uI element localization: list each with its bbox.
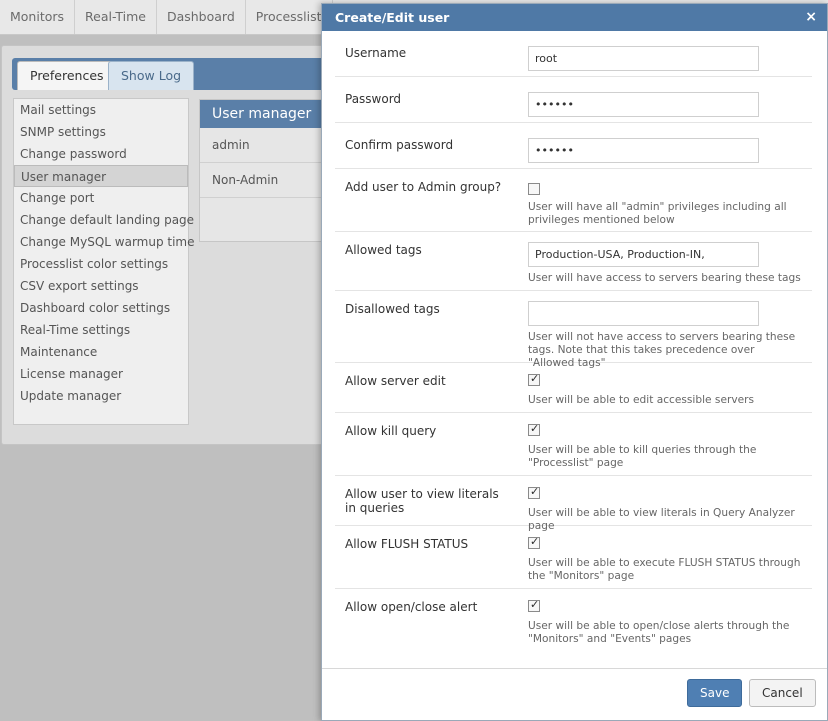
user-manager-box: User manager admin Non-Admin [199, 99, 333, 242]
server-edit-row: Allow server edit User will be able to e… [335, 363, 812, 413]
allowed-tags-field[interactable] [528, 242, 759, 267]
create-edit-user-dialog: Create/Edit user × Username Password Con… [321, 3, 828, 721]
settings-panel: Preferences Show Log Mail settings SNMP … [1, 45, 333, 445]
user-manager-title: User manager [200, 100, 332, 128]
admin-group-row: Add user to Admin group? User will have … [335, 169, 812, 232]
server-edit-label: Allow server edit [345, 374, 446, 388]
user-row-non-admin[interactable]: Non-Admin [200, 163, 332, 198]
kill-query-label: Allow kill query [345, 424, 437, 438]
confirm-password-label: Confirm password [345, 138, 454, 152]
flush-status-help: User will be able to execute FLUSH STATU… [528, 557, 801, 582]
kill-query-row: Allow kill query User will be able to ki… [335, 413, 812, 476]
menu-item-change-password[interactable]: Change password [14, 143, 188, 165]
menu-item-landing-page[interactable]: Change default landing page [14, 209, 194, 231]
username-field[interactable] [528, 46, 759, 71]
flush-status-checkbox[interactable] [528, 535, 540, 549]
allowed-tags-label: Allowed tags [345, 243, 422, 257]
nav-monitors[interactable]: Monitors [0, 0, 76, 34]
open-close-alert-help: User will be able to open/close alerts t… [528, 620, 790, 645]
close-icon[interactable]: × [805, 4, 817, 31]
nav-dashboard[interactable]: Dashboard [157, 0, 246, 34]
password-field[interactable] [528, 92, 759, 117]
flush-status-label: Allow FLUSH STATUS [345, 537, 469, 551]
nav-processlist[interactable]: Processlist [246, 0, 333, 34]
username-row: Username [335, 31, 812, 77]
admin-group-help: User will have all "admin" privileges in… [528, 201, 787, 226]
open-close-alert-row: Allow open/close alert User will be able… [335, 589, 812, 652]
menu-item-snmp-settings[interactable]: SNMP settings [14, 121, 188, 143]
menu-item-update-manager[interactable]: Update manager [14, 385, 188, 407]
view-literals-checkbox[interactable] [528, 485, 540, 499]
disallowed-tags-field[interactable] [528, 301, 759, 326]
kill-query-checkbox[interactable] [528, 422, 540, 436]
tab-show-log[interactable]: Show Log [108, 61, 195, 90]
save-button[interactable]: Save [687, 679, 743, 707]
dialog-footer: Save Cancel [322, 668, 827, 721]
username-label: Username [345, 46, 407, 60]
password-row: Password [335, 77, 812, 123]
tab-preferences[interactable]: Preferences [17, 61, 117, 90]
menu-item-user-manager[interactable]: User manager [14, 165, 188, 187]
menu-item-real-time-settings[interactable]: Real-Time settings [14, 319, 188, 341]
disallowed-tags-row: Disallowed tags User will not have acces… [335, 291, 812, 369]
settings-tabbar: Preferences Show Log [12, 58, 330, 90]
dialog-header: Create/Edit user × [322, 4, 827, 31]
menu-item-mail-settings[interactable]: Mail settings [14, 99, 188, 121]
disallowed-tags-label: Disallowed tags [345, 302, 440, 316]
view-literals-row: Allow user to view literals in queries U… [335, 476, 812, 532]
confirm-password-field[interactable] [528, 138, 759, 163]
open-close-alert-label: Allow open/close alert [345, 600, 478, 614]
open-close-alert-checkbox[interactable] [528, 598, 540, 612]
kill-query-help: User will be able to kill queries throug… [528, 444, 757, 469]
menu-item-change-port[interactable]: Change port [14, 187, 188, 209]
menu-item-maintenance[interactable]: Maintenance [14, 341, 188, 363]
flush-status-row: Allow FLUSH STATUS User will be able to … [335, 526, 812, 589]
dialog-title: Create/Edit user [335, 10, 450, 25]
menu-item-mysql-warmup[interactable]: Change MySQL warmup time [14, 231, 195, 253]
menu-item-processlist-colors[interactable]: Processlist color settings [14, 253, 188, 275]
server-edit-checkbox[interactable] [528, 372, 540, 386]
nav-real-time[interactable]: Real-Time [75, 0, 157, 34]
allowed-tags-help: User will have access to servers bearing… [528, 272, 801, 284]
menu-item-csv-export[interactable]: CSV export settings [14, 275, 188, 297]
preferences-menu: Mail settings SNMP settings Change passw… [13, 98, 195, 425]
server-edit-help: User will be able to edit accessible ser… [528, 394, 754, 406]
dialog-body: Username Password Confirm password Add u… [335, 31, 812, 652]
view-literals-label: Allow user to view literals in queries [345, 487, 499, 515]
password-label: Password [345, 92, 402, 106]
menu-item-dashboard-colors[interactable]: Dashboard color settings [14, 297, 188, 319]
allowed-tags-row: Allowed tags User will have access to se… [335, 232, 812, 291]
confirm-password-row: Confirm password [335, 123, 812, 169]
cancel-button[interactable]: Cancel [749, 679, 816, 707]
user-row-admin[interactable]: admin [200, 128, 332, 163]
admin-group-checkbox[interactable] [528, 183, 540, 195]
menu-item-license-manager[interactable]: License manager [14, 363, 188, 385]
admin-group-label: Add user to Admin group? [345, 180, 502, 194]
